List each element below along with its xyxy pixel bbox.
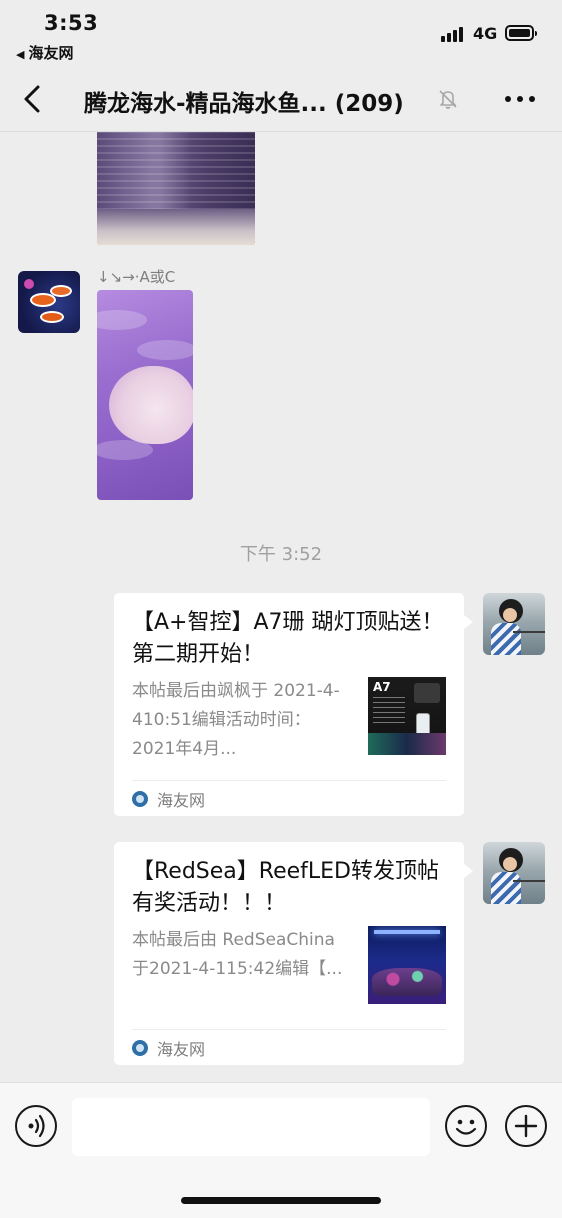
- card-title: 【A+智控】A7珊 瑚灯顶贴送！第二期开始！: [132, 610, 444, 667]
- link-card-a7[interactable]: 【A+智控】A7珊 瑚灯顶贴送！第二期开始！ 本帖最后由飒枫于 2021-4-4…: [114, 593, 473, 816]
- voice-icon: [28, 1114, 45, 1138]
- card-source: 海友网: [132, 1037, 205, 1059]
- back-triangle-icon: ◀: [16, 48, 25, 61]
- card-title: 【RedSea】ReefLED转发顶帖有奖活动！！！: [132, 859, 439, 916]
- divider: [132, 1029, 446, 1030]
- emoji-icon: [455, 1119, 477, 1135]
- avatar[interactable]: [18, 271, 80, 333]
- network-type: 4G: [473, 24, 498, 43]
- divider: [132, 780, 446, 781]
- card-source: 海友网: [132, 788, 205, 810]
- back-to-app-link[interactable]: ◀ 海友网: [16, 42, 73, 63]
- chat-message-list[interactable]: ↓↘→·A或C 下午 3:52 【A+智控】A7珊 瑚灯顶贴送！第二期开始！ 本…: [0, 132, 562, 1082]
- status-time: 3:53: [44, 11, 99, 35]
- chevron-left-icon[interactable]: [18, 81, 50, 117]
- card-thumbnail: A7: [368, 677, 446, 755]
- chat-title[interactable]: 腾龙海水-精品海水鱼... (209): [84, 84, 434, 118]
- link-card-redsea[interactable]: 【RedSea】ReefLED转发顶帖有奖活动！！！ 本帖最后由 RedSeaC…: [114, 842, 473, 1065]
- input-toolbar: [0, 1082, 562, 1218]
- chat-header: 腾龙海水-精品海水鱼... (209): [0, 66, 562, 132]
- sender-name: ↓↘→·A或C: [97, 268, 176, 286]
- signal-strength-icon: [441, 26, 467, 42]
- avatar[interactable]: [483, 593, 545, 655]
- bell-slash-icon: [439, 90, 457, 109]
- card-thumbnail: [368, 926, 446, 1004]
- source-name: 海友网: [157, 1040, 206, 1059]
- plus-icon: [514, 1114, 538, 1138]
- thumbnail-label: A7: [373, 680, 391, 694]
- message-input[interactable]: [72, 1098, 430, 1156]
- home-indicator[interactable]: [181, 1197, 381, 1204]
- voice-button[interactable]: [15, 1105, 57, 1147]
- avatar[interactable]: [483, 842, 545, 904]
- card-description: 本帖最后由飒枫于 2021-4-410:51编辑活动时间：2021年4月...: [132, 681, 340, 759]
- image-message-salt-jar[interactable]: [97, 132, 255, 245]
- source-logo-icon: [132, 791, 148, 807]
- back-app-label: 海友网: [28, 44, 74, 62]
- card-description: 本帖最后由 RedSeaChina于2021-4-115:42编辑【...: [132, 930, 343, 979]
- battery-icon: [505, 25, 537, 41]
- ellipsis-icon[interactable]: [503, 94, 537, 104]
- message-timestamp: 下午 3:52: [239, 544, 323, 565]
- status-bar: 3:53 ◀ 海友网 4G: [0, 0, 562, 66]
- image-message-salt-bag[interactable]: [97, 290, 193, 500]
- emoji-button[interactable]: [445, 1105, 487, 1147]
- source-name: 海友网: [157, 791, 206, 810]
- source-logo-icon: [132, 1040, 148, 1056]
- plus-button[interactable]: [505, 1105, 547, 1147]
